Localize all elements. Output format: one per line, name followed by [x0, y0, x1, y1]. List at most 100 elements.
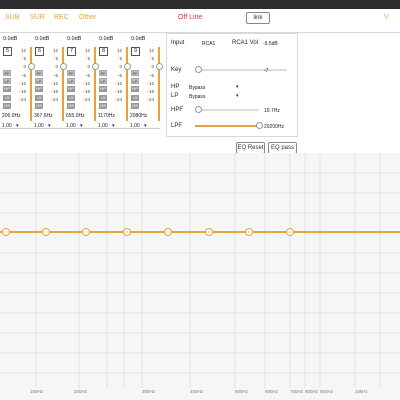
panel-divider	[0, 128, 160, 129]
filter-btn[interactable]: HP	[131, 86, 139, 93]
hp-label: HP	[171, 84, 180, 90]
filter-btn[interactable]: HP	[3, 86, 11, 93]
eq-curve	[0, 231, 400, 233]
eq-point[interactable]: 7	[82, 228, 90, 236]
lpf-label: LPF	[171, 123, 183, 129]
nav-item-sub[interactable]: SUB	[5, 14, 19, 21]
nav-bar: SUB SUR REC Other Off Line link V	[0, 10, 400, 33]
filter-btn[interactable]: LP	[35, 78, 43, 85]
hpf-label: HPF	[171, 107, 183, 113]
filter-btn[interactable]: PF	[131, 70, 139, 76]
eq-channel: 0.0dB 8 12 6 0 -6 -12 -18 -24 PF LP HP LS HS 1…	[96, 33, 131, 131]
x-axis-label: 400Hz	[190, 389, 204, 394]
eq-channel: 0.0dB 5 12 6 0 -6 -12 -18 -24 PF LP HP LS HS 2…	[0, 33, 35, 131]
filter-btn[interactable]: HS	[35, 102, 43, 109]
hpf-slider-track[interactable]	[195, 109, 259, 111]
filter-btn[interactable]: HS	[131, 102, 139, 109]
nav-item-other[interactable]: Other	[79, 14, 97, 21]
filter-btn[interactable]: LS	[35, 94, 43, 101]
channel-frequency[interactable]: 1170Hz	[98, 113, 115, 119]
eq-point[interactable]: 10	[205, 228, 213, 236]
hp-dropdown-arrow-icon[interactable]: ▾	[236, 84, 239, 90]
filter-btn[interactable]: LP	[3, 78, 11, 85]
channel-frequency[interactable]: 655.0Hz	[66, 113, 85, 119]
nav-right-tag[interactable]: V	[384, 14, 389, 21]
filter-buttons: PF LP HP LS HS	[3, 70, 11, 111]
channel-gain: 0.0dB	[67, 36, 82, 42]
hpf-value: 19.7Hz	[264, 108, 280, 114]
eq-channel: 0.0dB 6 12 6 0 -6 -12 -18 -24 PF LP HP LS HS 3…	[32, 33, 67, 131]
vol-label: RCA1 Vol	[232, 40, 259, 46]
eq-point[interactable]: 9	[164, 228, 172, 236]
eq-grid	[0, 153, 400, 388]
filter-btn[interactable]: PF	[35, 70, 43, 76]
x-axis-label: 300Hz	[142, 389, 156, 394]
x-axis-label: 800Hz	[305, 389, 319, 394]
eq-point[interactable]: 6	[42, 228, 50, 236]
nav-item-sur[interactable]: SUR	[30, 14, 45, 21]
filter-btn[interactable]: HP	[67, 86, 75, 93]
eq-point[interactable]: 8	[123, 228, 131, 236]
channel-number[interactable]: 5	[3, 47, 12, 56]
filter-btn[interactable]: PF	[99, 70, 107, 76]
eq-point[interactable]: 12	[286, 228, 294, 236]
input-select[interactable]: RCA1	[202, 41, 215, 47]
nav-item-rec[interactable]: REC	[54, 14, 69, 21]
lpf-slider-track[interactable]	[195, 125, 259, 127]
filter-btn[interactable]: LS	[67, 94, 75, 101]
input-label: Input	[171, 40, 185, 46]
filter-btn[interactable]: PF	[3, 70, 11, 76]
gain-ticks: 12 6 0 -6 -12 -18 -24	[83, 48, 90, 103]
gain-ticks: 12 6 0 -6 -12 -18 -24	[19, 48, 26, 103]
input-panel: Input RCA1 RCA1 Vol -9.5dB Key -7 HP Byp…	[166, 33, 298, 137]
filter-btn[interactable]: HS	[3, 102, 11, 109]
channel-number[interactable]: 9	[131, 47, 140, 56]
status-offline: Off Line	[178, 14, 203, 21]
filter-btn[interactable]: HP	[35, 86, 43, 93]
x-axis-label: 700Hz	[290, 389, 304, 394]
gain-slider-knob[interactable]	[156, 63, 163, 70]
hp-select[interactable]: Bypass	[189, 85, 205, 91]
filter-btn[interactable]: LP	[99, 78, 107, 85]
lp-select[interactable]: Bypass	[189, 94, 205, 100]
eq-channel: 0.0dB 9 12 6 0 -6 -12 -18 -24 PF LP HP LS HS 2…	[128, 33, 163, 131]
hpf-slider-knob[interactable]	[195, 106, 202, 113]
filter-btn[interactable]: LS	[99, 94, 107, 101]
lp-dropdown-arrow-icon[interactable]: ▾	[236, 93, 239, 99]
key-value: -7	[264, 68, 269, 74]
x-axis-label: 500Hz	[235, 389, 249, 394]
filter-buttons: PF LP HP LS HS	[67, 70, 75, 111]
filter-btn[interactable]: LP	[67, 78, 75, 85]
eq-point[interactable]: 5	[2, 228, 10, 236]
key-slider-track[interactable]	[195, 69, 287, 71]
channel-gain: 0.0dB	[35, 36, 50, 42]
filter-btn[interactable]: HS	[99, 102, 107, 109]
eq-channel-panel: 0.0dB 5 12 6 0 -6 -12 -18 -24 PF LP HP LS HS 2…	[0, 33, 163, 131]
filter-btn[interactable]: LS	[131, 94, 139, 101]
gain-ticks: 12 6 0 -6 -12 -18 -24	[147, 48, 154, 103]
filter-btn[interactable]: LS	[3, 94, 11, 101]
channel-frequency[interactable]: 367.6Hz	[34, 113, 53, 119]
eq-controls-bar: EQ Reset EQ pass	[0, 140, 400, 154]
filter-btn[interactable]: HS	[67, 102, 75, 109]
filter-btn[interactable]: LP	[131, 78, 139, 85]
link-button[interactable]: link	[246, 12, 270, 24]
key-slider-knob[interactable]	[195, 66, 202, 73]
x-axis-label: 100Hz	[30, 389, 44, 394]
gain-slider-track[interactable]	[158, 47, 160, 121]
vol-select[interactable]: -9.5dB	[263, 41, 278, 47]
channel-number[interactable]: 8	[99, 47, 108, 56]
top-window-bar	[0, 0, 400, 9]
eq-channel: 0.0dB 7 12 6 0 -6 -12 -18 -24 PF LP HP LS HS 6…	[64, 33, 99, 131]
filter-buttons: PF LP HP LS HS	[131, 70, 139, 111]
lpf-slider-knob[interactable]	[256, 122, 263, 129]
filter-btn[interactable]: PF	[67, 70, 75, 76]
channel-frequency[interactable]: 206.0Hz	[2, 113, 21, 119]
eq-point[interactable]: 11	[245, 228, 253, 236]
gain-ticks: 12 6 0 -6 -12 -18 -24	[115, 48, 122, 103]
channel-frequency[interactable]: 2080Hz	[130, 113, 147, 119]
channel-number[interactable]: 6	[35, 47, 44, 56]
x-axis-label: 900Hz	[320, 389, 334, 394]
filter-btn[interactable]: HP	[99, 86, 107, 93]
channel-number[interactable]: 7	[67, 47, 76, 56]
